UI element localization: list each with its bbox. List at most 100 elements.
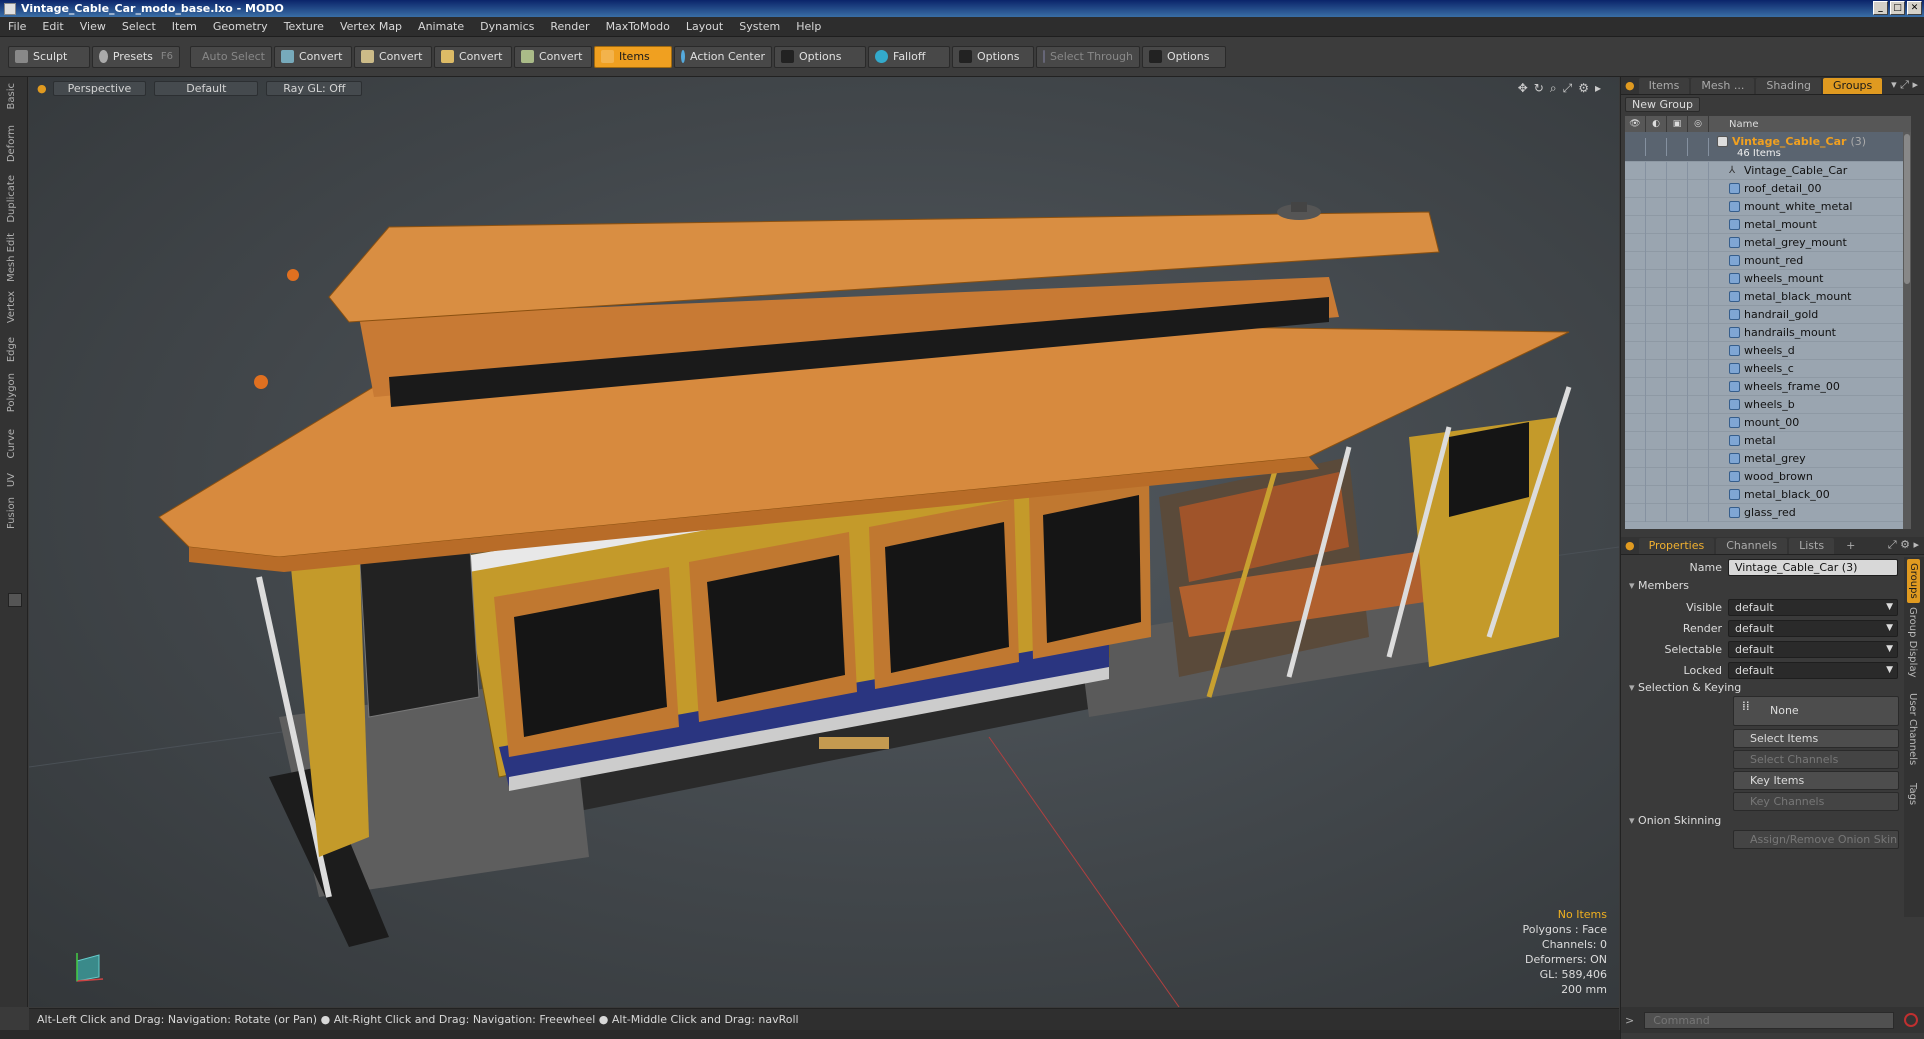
- list-item[interactable]: handrail_gold: [1625, 305, 1911, 324]
- tab-duplicate[interactable]: Duplicate: [6, 175, 17, 223]
- list-item[interactable]: metal_grey: [1625, 449, 1911, 468]
- tab-fusion[interactable]: Fusion: [6, 497, 17, 529]
- list-item[interactable]: mount_red: [1625, 251, 1911, 270]
- presets-button[interactable]: Presets F6: [92, 45, 180, 68]
- tab-mesh[interactable]: Mesh ...: [1691, 77, 1755, 94]
- menu-item[interactable]: Item: [164, 20, 205, 33]
- tab-items[interactable]: Items: [1638, 77, 1690, 94]
- list-item[interactable]: ⅄ Vintage_Cable_Car: [1625, 161, 1911, 180]
- list-item[interactable]: metal_black_mount: [1625, 287, 1911, 306]
- pan-icon[interactable]: ✥: [1518, 81, 1528, 96]
- render-column-icon[interactable]: ◐: [1646, 116, 1667, 132]
- menu-edit[interactable]: Edit: [34, 20, 71, 33]
- convert-polygons-button[interactable]: Convert: [434, 45, 512, 68]
- menu-file[interactable]: File: [0, 20, 34, 33]
- visibility-column-icon[interactable]: 👁: [1625, 116, 1646, 132]
- tab-vertex[interactable]: Vertex: [6, 291, 17, 323]
- side-tab-group-display[interactable]: Group Display: [1907, 607, 1918, 677]
- locked-dropdown[interactable]: default ▼: [1728, 661, 1898, 679]
- list-item[interactable]: mount_white_metal: [1625, 197, 1911, 216]
- select-items-button[interactable]: Select Items: [1733, 729, 1899, 748]
- list-item[interactable]: metal_black_00: [1625, 485, 1911, 504]
- panel-options-icon[interactable]: ▾ ⤢ ▸: [1891, 78, 1918, 92]
- menu-view[interactable]: View: [72, 20, 114, 33]
- new-group-button[interactable]: New Group: [1625, 96, 1700, 112]
- view-type-dropdown[interactable]: Perspective: [52, 80, 147, 96]
- panel-menu-icon[interactable]: ●: [1625, 539, 1635, 552]
- select-channels-button[interactable]: Select Channels: [1733, 750, 1899, 769]
- menu-select[interactable]: Select: [114, 20, 164, 33]
- side-tab-user-channels[interactable]: User Channels: [1907, 693, 1918, 765]
- tab-shading[interactable]: Shading: [1756, 77, 1822, 94]
- items-mode-button[interactable]: Items: [594, 45, 672, 68]
- gear-icon[interactable]: ⚙: [1578, 81, 1589, 96]
- falloff-options-button[interactable]: Options: [952, 45, 1034, 68]
- menu-layout[interactable]: Layout: [678, 20, 731, 33]
- list-item[interactable]: wheels_c: [1625, 359, 1911, 378]
- auto-select-button[interactable]: Auto Select: [190, 45, 272, 68]
- action-center-options-button[interactable]: Options: [774, 45, 866, 68]
- panel-options-icon[interactable]: ⤢ ⚙ ▸: [1888, 538, 1919, 552]
- select-through-button[interactable]: Select Through: [1036, 45, 1140, 68]
- menu-render[interactable]: Render: [542, 20, 597, 33]
- selectable-dropdown[interactable]: default ▼: [1728, 640, 1898, 658]
- list-item[interactable]: metal_grey_mount: [1625, 233, 1911, 252]
- key-items-button[interactable]: Key Items: [1733, 771, 1899, 790]
- menu-help[interactable]: Help: [788, 20, 829, 33]
- selection-keying-section[interactable]: Selection & Keying: [1629, 681, 1741, 694]
- tab-lists[interactable]: Lists: [1789, 537, 1835, 554]
- tab-edge[interactable]: Edge: [6, 337, 17, 362]
- expand-arrow-icon[interactable]: ▸: [1595, 81, 1601, 96]
- tab-deform[interactable]: Deform: [6, 125, 17, 162]
- list-item[interactable]: roof_detail_00: [1625, 179, 1911, 198]
- list-item[interactable]: wood_brown: [1625, 467, 1911, 486]
- list-item[interactable]: metal_mount: [1625, 215, 1911, 234]
- side-tab-tags[interactable]: Tags: [1907, 783, 1918, 805]
- group-row[interactable]: Vintage_Cable_Car (3) 46 Items: [1625, 132, 1911, 162]
- menu-geometry[interactable]: Geometry: [205, 20, 276, 33]
- render-dropdown[interactable]: default ▼: [1728, 619, 1898, 637]
- select-none-button[interactable]: ⁞⁞ None: [1733, 696, 1899, 726]
- close-button[interactable]: ✕: [1907, 1, 1922, 15]
- convert-vertices-button[interactable]: Convert: [274, 45, 352, 68]
- zoom-icon[interactable]: ⌕: [1550, 81, 1557, 96]
- assign-onion-skin-button[interactable]: Assign/Remove Onion Skin: [1733, 830, 1899, 849]
- tab-uv[interactable]: UV: [6, 473, 17, 487]
- side-tab-groups[interactable]: Groups: [1907, 559, 1920, 603]
- onion-skinning-section[interactable]: Onion Skinning: [1629, 814, 1721, 827]
- list-item[interactable]: glass_red: [1625, 503, 1911, 522]
- tab-groups[interactable]: Groups: [1823, 77, 1883, 94]
- raygl-dropdown[interactable]: Ray GL: Off: [266, 80, 363, 96]
- falloff-button[interactable]: Falloff: [868, 45, 950, 68]
- members-section[interactable]: Members: [1629, 579, 1689, 592]
- visible-dropdown[interactable]: default ▼: [1728, 598, 1898, 616]
- command-expand-icon[interactable]: >: [1625, 1014, 1634, 1027]
- select-through-options-button[interactable]: Options: [1142, 45, 1226, 68]
- sculpt-button[interactable]: Sculpt: [8, 45, 90, 68]
- menu-dynamics[interactable]: Dynamics: [472, 20, 542, 33]
- tab-channels[interactable]: Channels: [1716, 537, 1788, 554]
- group-name-field[interactable]: Vintage_Cable_Car (3): [1728, 558, 1898, 576]
- fit-icon[interactable]: ⤢: [1563, 81, 1573, 96]
- list-item[interactable]: wheels_b: [1625, 395, 1911, 414]
- tabs-toggle-button[interactable]: [8, 593, 22, 607]
- lock-column-icon[interactable]: ▣: [1667, 116, 1688, 132]
- tree-scrollbar[interactable]: [1903, 132, 1911, 529]
- list-item[interactable]: wheels_mount: [1625, 269, 1911, 288]
- rotate-icon[interactable]: ↻: [1534, 81, 1544, 96]
- eye-icon[interactable]: [1625, 137, 1646, 156]
- tab-properties[interactable]: Properties: [1638, 537, 1715, 554]
- tab-mesh-edit[interactable]: Mesh Edit: [6, 233, 17, 282]
- menu-animate[interactable]: Animate: [410, 20, 472, 33]
- menu-maxtomodo[interactable]: MaxToModo: [598, 20, 678, 33]
- list-item[interactable]: mount_00: [1625, 413, 1911, 432]
- key-channels-button[interactable]: Key Channels: [1733, 792, 1899, 811]
- 3d-viewport[interactable]: ● Perspective Default Ray GL: Off ✥ ↻ ⌕ …: [29, 77, 1619, 1007]
- list-item[interactable]: wheels_d: [1625, 341, 1911, 360]
- minimize-button[interactable]: _: [1873, 1, 1888, 15]
- menu-system[interactable]: System: [731, 20, 788, 33]
- action-center-button[interactable]: Action Center: [674, 45, 772, 68]
- list-item[interactable]: wheels_frame_00: [1625, 377, 1911, 396]
- convert-materials-button[interactable]: Convert: [514, 45, 592, 68]
- menu-vertex-map[interactable]: Vertex Map: [332, 20, 410, 33]
